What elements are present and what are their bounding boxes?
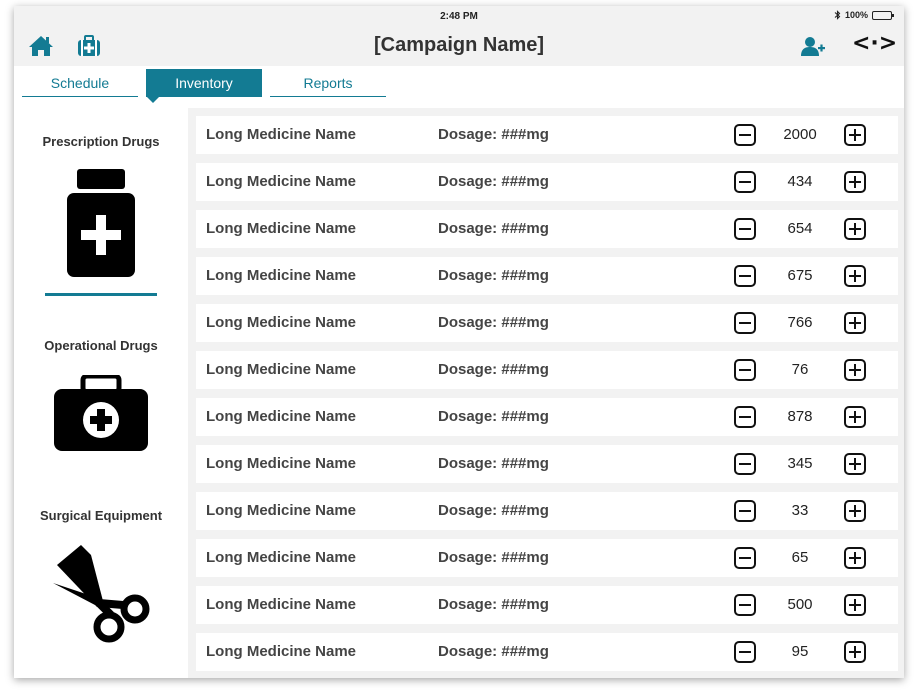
- category-selected-indicator: [45, 293, 157, 296]
- medicine-dosage: Dosage: ###mg: [438, 126, 549, 143]
- medicine-dosage: Dosage: ###mg: [438, 267, 549, 284]
- decrement-icon[interactable]: [734, 453, 756, 475]
- increment-icon[interactable]: [844, 359, 866, 381]
- medicine-name: Long Medicine Name: [206, 267, 357, 284]
- decrement-icon[interactable]: [734, 265, 756, 287]
- battery-icon: [872, 10, 894, 20]
- inventory-row[interactable]: Long Medicine Name Dosage: ###mg 434: [196, 163, 898, 201]
- inventory-row[interactable]: Long Medicine Name Dosage: ###mg 2000: [196, 116, 898, 154]
- decrement-icon[interactable]: [734, 547, 756, 569]
- inventory-row[interactable]: Long Medicine Name Dosage: ###mg 345: [196, 445, 898, 483]
- category-label: Surgical Equipment: [39, 508, 163, 523]
- medicine-name: Long Medicine Name: [206, 126, 357, 143]
- inventory-row[interactable]: Long Medicine Name Dosage: ###mg 878: [196, 398, 898, 436]
- medicine-name: Long Medicine Name: [206, 314, 357, 331]
- decrement-icon[interactable]: [734, 171, 756, 193]
- quantity-value: 95: [791, 643, 809, 660]
- category-label: Prescription Drugs: [42, 134, 160, 149]
- medicine-dosage: Dosage: ###mg: [438, 596, 549, 613]
- quantity-value: 2000: [783, 126, 817, 143]
- tab-bar: Schedule Inventory Reports: [14, 66, 904, 108]
- quantity-value: 675: [787, 267, 813, 284]
- medicine-name: Long Medicine Name: [206, 502, 357, 519]
- quantity-value: 434: [787, 173, 813, 190]
- quantity-value: 65: [791, 549, 809, 566]
- decrement-icon[interactable]: [734, 641, 756, 663]
- medicine-dosage: Dosage: ###mg: [438, 220, 549, 237]
- inventory-row[interactable]: Long Medicine Name Dosage: ###mg 76: [196, 351, 898, 389]
- quantity-value: 500: [787, 596, 813, 613]
- nav-arrows-icon[interactable]: <·>: [852, 31, 897, 56]
- decrement-icon[interactable]: [734, 594, 756, 616]
- increment-icon[interactable]: [844, 641, 866, 663]
- quantity-value: 878: [787, 408, 813, 425]
- increment-icon[interactable]: [844, 594, 866, 616]
- category-operational-drugs[interactable]: Operational Drugs: [14, 338, 188, 451]
- medicine-dosage: Dosage: ###mg: [438, 502, 549, 519]
- medicine-dosage: Dosage: ###mg: [438, 173, 549, 190]
- category-label: Operational Drugs: [44, 338, 158, 353]
- increment-icon[interactable]: [844, 547, 866, 569]
- inventory-row[interactable]: Long Medicine Name Dosage: ###mg 65: [196, 539, 898, 577]
- inventory-row[interactable]: Long Medicine Name Dosage: ###mg 95: [196, 633, 898, 671]
- tab-schedule[interactable]: Schedule: [22, 69, 138, 97]
- decrement-icon[interactable]: [734, 124, 756, 146]
- medicine-dosage: Dosage: ###mg: [438, 455, 549, 472]
- medicine-name: Long Medicine Name: [206, 643, 357, 660]
- medicine-name: Long Medicine Name: [206, 549, 357, 566]
- status-bar: 2:48 PM 100%: [14, 6, 904, 28]
- medicine-dosage: Dosage: ###mg: [438, 408, 549, 425]
- inventory-row[interactable]: Long Medicine Name Dosage: ###mg 766: [196, 304, 898, 342]
- medicine-name: Long Medicine Name: [206, 455, 357, 472]
- medicine-name: Long Medicine Name: [206, 596, 357, 613]
- quantity-value: 33: [791, 502, 809, 519]
- inventory-row[interactable]: Long Medicine Name Dosage: ###mg 654: [196, 210, 898, 248]
- increment-icon[interactable]: [844, 453, 866, 475]
- quantity-value: 76: [791, 361, 809, 378]
- medical-kit-icon: [54, 375, 148, 451]
- medicine-name: Long Medicine Name: [206, 361, 357, 378]
- decrement-icon[interactable]: [734, 312, 756, 334]
- category-surgical-equipment[interactable]: Surgical Equipment: [14, 508, 188, 647]
- increment-icon[interactable]: [844, 265, 866, 287]
- decrement-icon[interactable]: [734, 359, 756, 381]
- quantity-value: 766: [787, 314, 813, 331]
- medicine-dosage: Dosage: ###mg: [438, 361, 549, 378]
- decrement-icon[interactable]: [734, 218, 756, 240]
- app-header: [Campaign Name] <·>: [14, 28, 904, 66]
- status-time: 2:48 PM: [440, 11, 478, 22]
- increment-icon[interactable]: [844, 171, 866, 193]
- medicine-name: Long Medicine Name: [206, 220, 357, 237]
- increment-icon[interactable]: [844, 218, 866, 240]
- increment-icon[interactable]: [844, 124, 866, 146]
- increment-icon[interactable]: [844, 312, 866, 334]
- category-prescription-drugs[interactable]: Prescription Drugs: [14, 134, 188, 296]
- category-sidebar: Prescription Drugs Operational Drugs Sur…: [14, 108, 188, 678]
- status-right: 100%: [834, 10, 894, 20]
- medicine-dosage: Dosage: ###mg: [438, 314, 549, 331]
- medicine-name: Long Medicine Name: [206, 173, 357, 190]
- quantity-value: 654: [787, 220, 813, 237]
- inventory-row[interactable]: Long Medicine Name Dosage: ###mg 33: [196, 492, 898, 530]
- quantity-value: 345: [787, 455, 813, 472]
- inventory-row[interactable]: Long Medicine Name Dosage: ###mg 500: [196, 586, 898, 624]
- app-window: 2:48 PM 100% [Campaign Name] <·> Schedul…: [14, 6, 904, 678]
- inventory-row[interactable]: Long Medicine Name Dosage: ###mg 675: [196, 257, 898, 295]
- medicine-name: Long Medicine Name: [206, 408, 357, 425]
- page-title: [Campaign Name]: [373, 34, 545, 56]
- decrement-icon[interactable]: [734, 500, 756, 522]
- medicine-dosage: Dosage: ###mg: [438, 643, 549, 660]
- battery-percent: 100%: [844, 10, 868, 20]
- increment-icon[interactable]: [844, 500, 866, 522]
- tab-inventory[interactable]: Inventory: [146, 69, 262, 103]
- bluetooth-icon: [834, 10, 841, 20]
- tab-reports[interactable]: Reports: [270, 69, 386, 97]
- increment-icon[interactable]: [844, 406, 866, 428]
- add-user-icon[interactable]: [800, 34, 826, 58]
- decrement-icon[interactable]: [734, 406, 756, 428]
- pill-bottle-icon: [67, 169, 135, 277]
- medicine-dosage: Dosage: ###mg: [438, 549, 549, 566]
- scissors-icon: [53, 545, 150, 643]
